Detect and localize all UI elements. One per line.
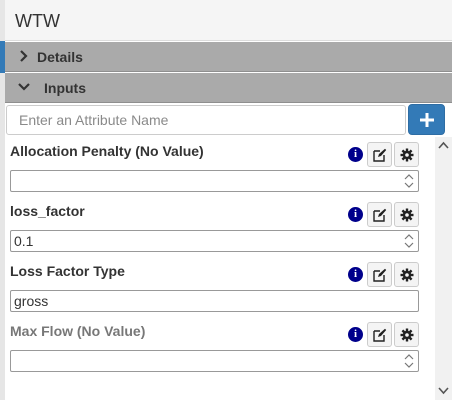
info-icon[interactable]: i [348, 327, 363, 342]
number-spinner-icon[interactable] [402, 353, 416, 369]
attribute-name: Max Flow (No Value) [10, 323, 146, 339]
edit-icon [373, 268, 387, 282]
attribute-value-field[interactable]: gross [10, 290, 419, 312]
attribute-name: Loss Factor Type [10, 263, 125, 279]
add-attribute-button[interactable] [408, 104, 445, 135]
info-icon[interactable]: i [348, 267, 363, 282]
panel-title: WTW [15, 11, 60, 31]
attribute-name: loss_factor [10, 203, 85, 219]
attribute-row: Max Flow (No Value) i [5, 317, 433, 377]
settings-button[interactable] [394, 322, 419, 347]
edit-button[interactable] [367, 202, 392, 227]
gear-icon [400, 268, 414, 282]
details-section-label: Details [37, 49, 83, 65]
attribute-value-field[interactable] [10, 350, 419, 372]
scroll-up-arrow-icon[interactable] [438, 141, 449, 149]
attribute-search-input[interactable] [6, 105, 406, 135]
settings-button[interactable] [394, 202, 419, 227]
edit-icon [373, 208, 387, 222]
attribute-value-field[interactable] [10, 170, 419, 192]
attribute-name: Allocation Penalty (No Value) [10, 143, 204, 159]
edit-button[interactable] [367, 262, 392, 287]
attribute-value: gross [14, 293, 49, 309]
attribute-panel: WTW Details Inputs Allocation Penalty (N… [5, 0, 452, 400]
attribute-row: Allocation Penalty (No Value) i [5, 137, 433, 197]
settings-button[interactable] [394, 142, 419, 167]
number-spinner-icon[interactable] [402, 233, 416, 249]
attribute-row: Loss Factor Type i gross [5, 257, 433, 317]
chevron-right-icon [20, 50, 28, 62]
edit-icon [373, 148, 387, 162]
edit-icon [373, 328, 387, 342]
details-section-header[interactable]: Details [5, 42, 452, 72]
scrollbar-thumb[interactable] [439, 159, 448, 379]
inputs-section-label: Inputs [44, 80, 86, 96]
edit-button[interactable] [367, 322, 392, 347]
panel-header: WTW [5, 0, 452, 41]
chevron-down-icon [18, 83, 30, 91]
gear-icon [400, 328, 414, 342]
attribute-value: 0.1 [14, 233, 34, 249]
gear-icon [400, 208, 414, 222]
edit-button[interactable] [367, 142, 392, 167]
settings-button[interactable] [394, 262, 419, 287]
gear-icon [400, 148, 414, 162]
attribute-value-field[interactable]: 0.1 [10, 230, 419, 252]
number-spinner-icon[interactable] [402, 173, 416, 189]
info-icon[interactable]: i [348, 147, 363, 162]
info-icon[interactable]: i [348, 207, 363, 222]
plus-icon [420, 113, 434, 127]
inputs-section-header[interactable]: Inputs [5, 73, 452, 103]
attribute-list: Allocation Penalty (No Value) i loss_fac… [5, 137, 433, 400]
attribute-row: loss_factor i 0.1 [5, 197, 433, 257]
attribute-list-scrollbar[interactable] [435, 137, 452, 400]
scroll-down-arrow-icon[interactable] [438, 387, 449, 395]
